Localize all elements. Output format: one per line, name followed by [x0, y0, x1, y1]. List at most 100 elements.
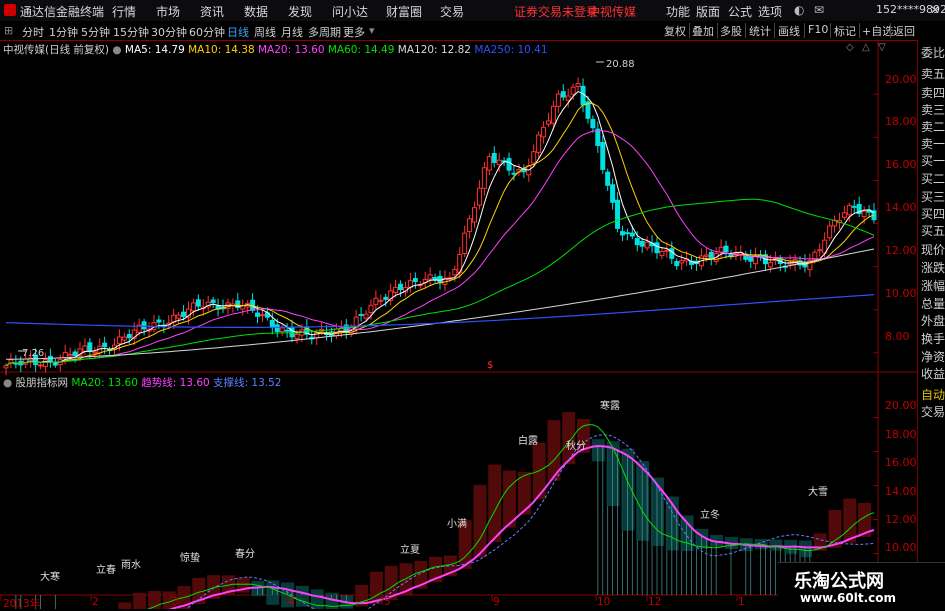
toolbar-add-favorite[interactable]: +自选 [862, 23, 893, 39]
period-30min[interactable]: 30分钟 [151, 24, 187, 40]
chevron-down-icon[interactable]: ▾ [369, 24, 375, 37]
menu-item-xuanxiang[interactable]: 选项 [758, 3, 782, 20]
settings-dot-icon-sub[interactable]: ● [3, 377, 12, 389]
grid-icon[interactable]: ⊞ [4, 24, 13, 37]
side-label[interactable]: 收益 [921, 365, 945, 382]
candle-body [87, 342, 93, 352]
legend-support: 支撑线: 13.52 [213, 377, 282, 389]
menu-item-shuju[interactable]: 数据 [244, 3, 268, 20]
candle-body [72, 351, 78, 356]
side-label[interactable]: 总量 [921, 295, 945, 312]
period-daily[interactable]: 日线 [227, 24, 249, 40]
signal-box [118, 602, 132, 609]
side-label[interactable]: 买二 [921, 170, 945, 187]
menu-bar: 通达信金融终端 行情 市场 资讯 数据 发现 问小达 财富圈 交易 证券交易未登… [0, 0, 945, 22]
candle-body [427, 274, 433, 280]
toolbar-duogu[interactable]: 多股 [720, 23, 742, 39]
login-notice[interactable]: 证券交易未登录 [514, 3, 598, 20]
side-label[interactable]: 外盘 [921, 312, 945, 329]
period-1min[interactable]: 1分钟 [49, 24, 78, 40]
period-monthly[interactable]: 月线 [281, 24, 303, 40]
app-logo-icon [4, 4, 16, 16]
toolbar-diejia[interactable]: 叠加 [692, 23, 714, 39]
candle-body [368, 304, 374, 314]
diamond-icon[interactable]: ◇ [846, 42, 854, 53]
toolbar-tongji[interactable]: 统计 [749, 23, 771, 39]
menu-item-gongneng[interactable]: 功能 [666, 3, 690, 20]
side-label[interactable]: 卖三 [921, 101, 945, 118]
side-label[interactable]: 净资 [921, 348, 945, 365]
menu-item-hangqing[interactable]: 行情 [112, 3, 136, 20]
side-label[interactable]: 卖二 [921, 118, 945, 135]
sub-legend: ● 股朋指标网 MA20: 13.60 趋势线: 13.60 支撑线: 13.5… [3, 375, 281, 390]
side-label[interactable]: 买五 [921, 222, 945, 239]
candle-body [3, 365, 9, 369]
x-tick: 12 [648, 596, 662, 608]
menu-item-gongshi[interactable]: 公式 [728, 3, 752, 20]
x-tick: 5 [384, 596, 391, 608]
watermark: 乐淘公式网 www.60lt.com [778, 562, 945, 610]
toolbar-huaxian[interactable]: 画线 [778, 23, 800, 39]
side-label[interactable]: 自动 [921, 386, 945, 403]
candle-body [472, 207, 478, 223]
toolbar-f10[interactable]: F10 [808, 23, 828, 36]
chevron-down-small-icon[interactable]: ▽ [878, 42, 886, 53]
menu-item-faxian[interactable]: 发现 [288, 3, 312, 20]
menu-item-jiaoyi[interactable]: 交易 [440, 3, 464, 20]
sub-y-tick: 14.00 [885, 485, 917, 498]
candle-body [546, 120, 551, 125]
menu-item-caifuquan[interactable]: 财富圈 [386, 3, 422, 20]
settings-dot-icon[interactable]: ● [112, 44, 121, 56]
side-label[interactable]: 涨幅 [921, 277, 945, 294]
main-legend: 中视传媒(日线 前复权) ● MA5: 14.79 MA10: 14.38 MA… [3, 42, 548, 57]
toolbar-back[interactable]: 返回 [893, 23, 915, 39]
menu-item-shichang[interactable]: 市场 [156, 3, 180, 20]
period-multi[interactable]: 多周期 [308, 24, 341, 40]
message-icon[interactable]: ✉ [814, 3, 824, 17]
side-label[interactable]: 买四 [921, 205, 945, 222]
close-icon[interactable]: ✕ [926, 2, 944, 18]
support-line [185, 434, 875, 609]
toolbar-fuquan[interactable]: 复权 [664, 23, 686, 39]
watermark-title: 乐淘公式网 [794, 571, 884, 592]
term-label: 白露 [518, 436, 538, 447]
term-label: 大雪 [808, 487, 828, 498]
skin-icon[interactable]: ◐ [794, 3, 804, 17]
toolbar-biaoji[interactable]: 标记 [834, 23, 856, 39]
side-label[interactable]: 买一 [921, 152, 945, 169]
candle-body [615, 199, 621, 229]
period-fenshi[interactable]: 分时 [22, 24, 44, 40]
candle-body [619, 231, 625, 236]
candle-body [600, 141, 606, 170]
side-label[interactable]: 换手 [921, 330, 945, 347]
candle-body [531, 151, 537, 164]
period-more[interactable]: 更多 [343, 24, 365, 40]
menu-item-banmian[interactable]: 版面 [696, 3, 720, 20]
sub-y-tick: 18.00 [885, 428, 917, 441]
candle-body [664, 249, 670, 252]
menu-item-zixun[interactable]: 资讯 [200, 3, 224, 20]
side-label[interactable]: 交易 [921, 403, 945, 420]
period-15min[interactable]: 15分钟 [113, 24, 149, 40]
side-label[interactable]: 买三 [921, 188, 945, 205]
candle-body [481, 167, 487, 189]
side-label[interactable]: 涨跌 [921, 259, 945, 276]
side-label[interactable]: 委比 [921, 44, 945, 61]
candle-body [462, 232, 468, 255]
period-weekly[interactable]: 周线 [254, 24, 276, 40]
candle-body [669, 248, 675, 259]
candle-body [792, 259, 798, 265]
candle-body [679, 260, 685, 264]
candle-body [383, 296, 389, 300]
menu-item-wenxiaoda[interactable]: 问小达 [332, 3, 368, 20]
period-60min[interactable]: 60分钟 [189, 24, 225, 40]
side-label[interactable]: 卖五 [921, 65, 945, 82]
side-label[interactable]: 卖四 [921, 84, 945, 101]
quote-side-panel: 委比 卖五 卖四 卖三 卖二 卖一 买一 买二 买三 买四 买五 现价 涨跌 涨… [917, 40, 945, 609]
candle-body [116, 336, 122, 345]
candle-body [284, 329, 290, 332]
period-5min[interactable]: 5分钟 [81, 24, 110, 40]
side-label[interactable]: 现价 [921, 241, 945, 258]
arrow-up-icon[interactable]: △ [862, 42, 870, 53]
side-label[interactable]: 卖一 [921, 135, 945, 152]
